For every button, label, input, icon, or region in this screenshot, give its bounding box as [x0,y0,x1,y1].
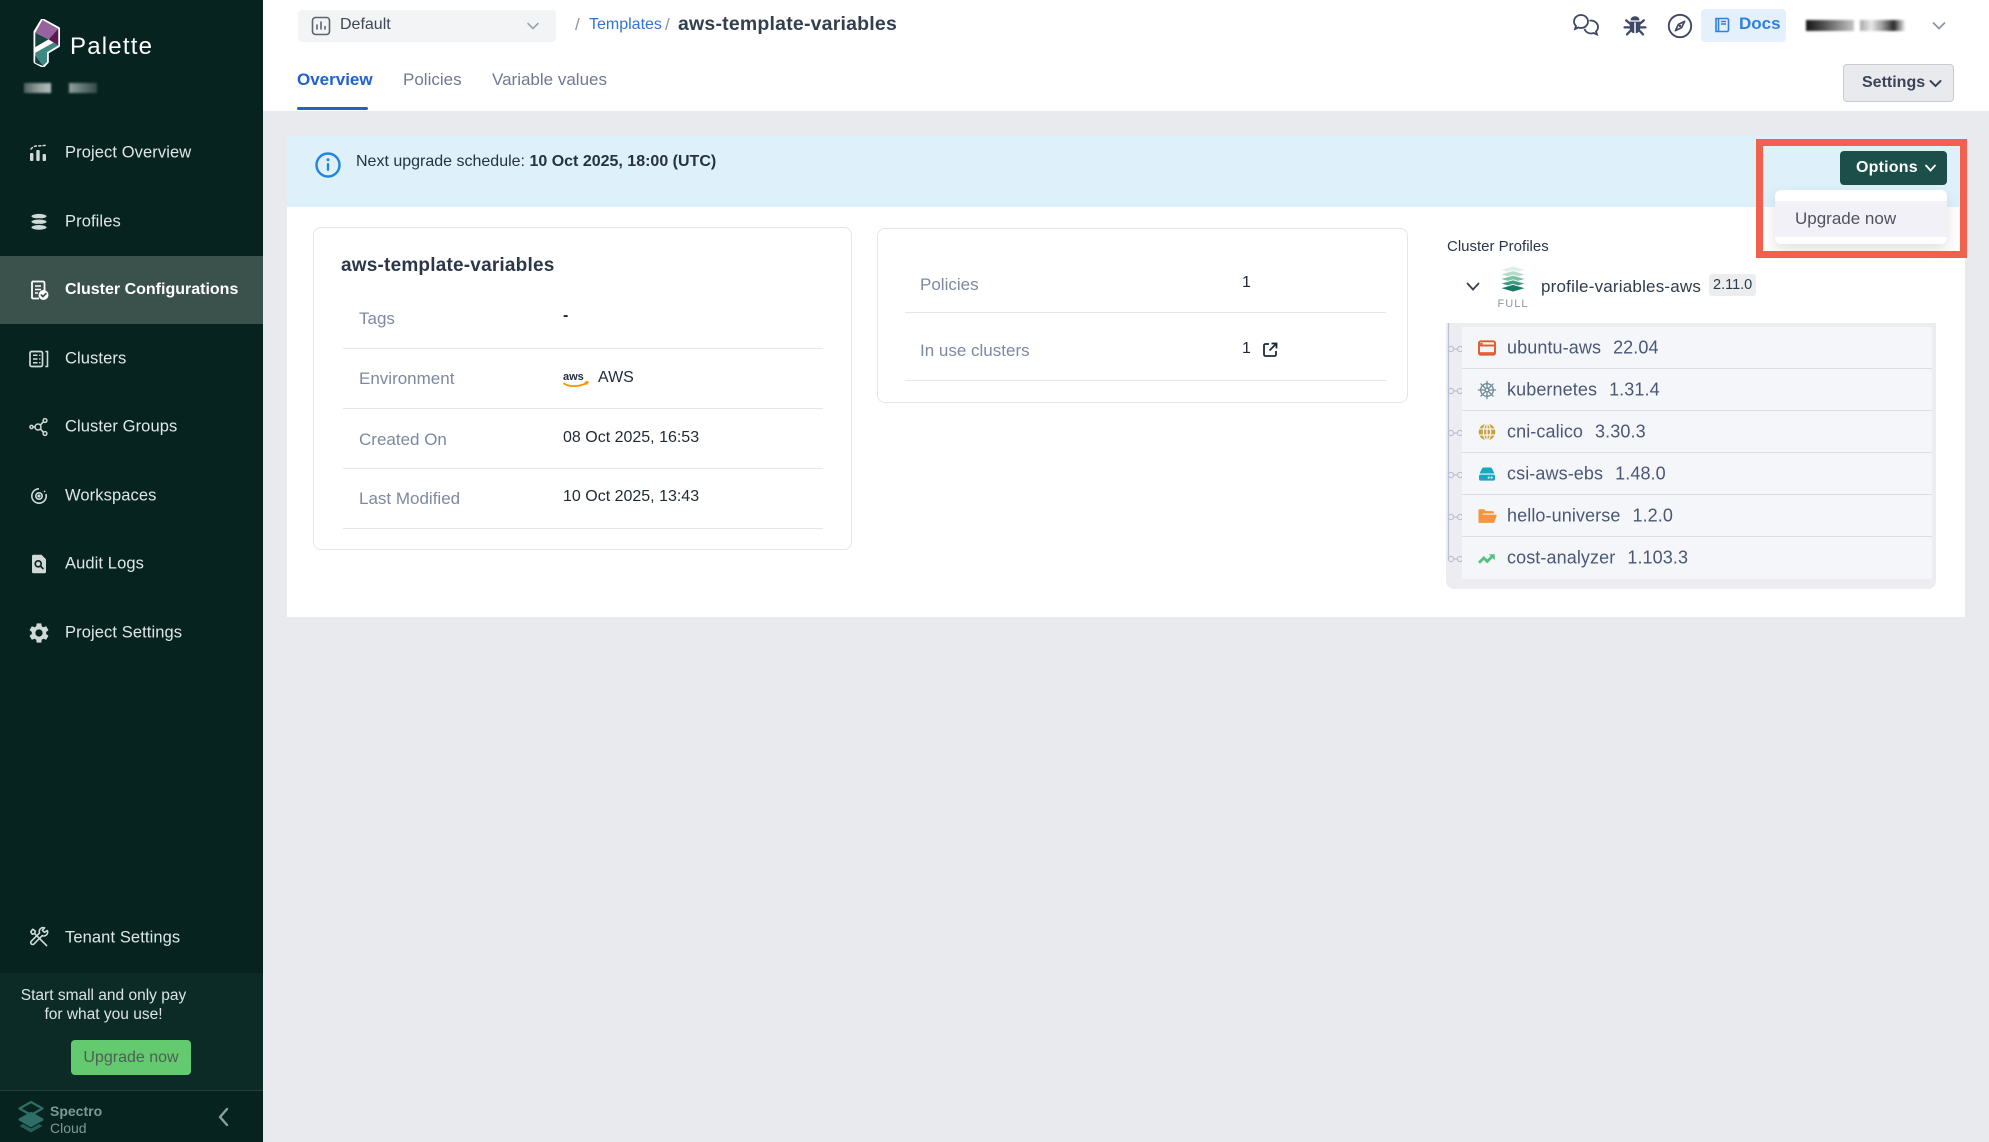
svg-text:aws: aws [563,371,584,383]
